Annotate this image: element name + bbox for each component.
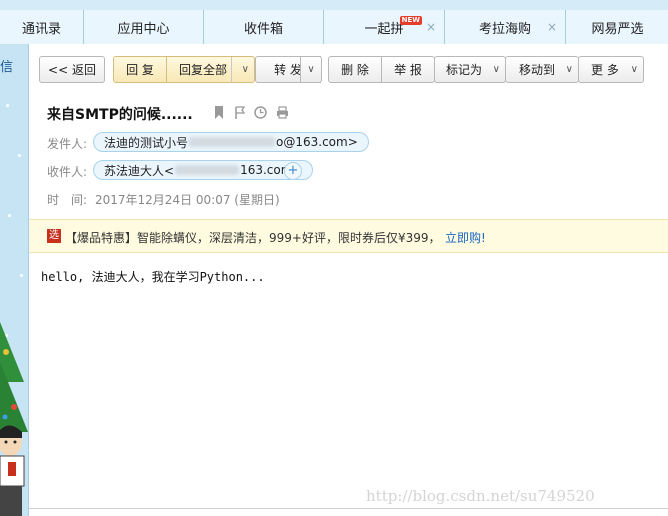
button-label: 移动到 [519, 63, 556, 77]
flag-icon[interactable] [234, 106, 246, 122]
tab-label: 网易严选 [591, 21, 644, 37]
watermark: http://blog.csdn.net/su749520 [366, 487, 595, 505]
sender-chip[interactable]: 法迪的测试小号 o@163.com> [93, 132, 369, 152]
mail-body-text: hello, 法迪大人，我在学习Python... [41, 270, 265, 284]
sender-email: o@163.com> [276, 135, 358, 149]
top-tab-bar: 通讯录 应用中心 收件箱 一起拼 NEW × 考拉海购 × 网易严选 [0, 0, 668, 44]
time-value: 2017年12月24日 00:07 (星期日) [95, 193, 280, 207]
reply-button[interactable]: 回 复 [113, 56, 167, 83]
forward-dropdown[interactable]: ∨ [300, 56, 322, 83]
tab-yiqipin[interactable]: 一起拼 NEW × [323, 10, 444, 44]
reply-all-button[interactable]: 回复全部 ∨ [166, 56, 255, 83]
mail-toolbar: << 返回 回 复 回复全部 ∨ 转 发 ∨ 删 除 举 报 标记为 ∨ 移动到… [29, 44, 668, 94]
chevron-down-icon[interactable]: ∨ [242, 64, 249, 75]
button-label: 回 复 [126, 63, 154, 77]
more-button[interactable]: 更 多 ∨ [578, 56, 644, 83]
tab-label: 收件箱 [243, 21, 283, 37]
chevron-down-icon: ∨ [630, 64, 638, 75]
new-badge: NEW [399, 16, 422, 25]
recipient-name: 苏法迪大人< [104, 163, 175, 178]
left-sidebar: 信 [0, 44, 29, 516]
divider [29, 508, 668, 509]
delete-button[interactable]: 删 除 [328, 56, 382, 83]
redacted-text [175, 165, 240, 175]
tab-label: 一起拼 [364, 21, 404, 37]
tab-label: 考拉海购 [478, 21, 531, 37]
button-label: 标记为 [446, 63, 483, 77]
ad-text: 【爆品特惠】智能除螨仪，深层清洁，999+好评，限时券后仅¥399， [65, 231, 441, 245]
close-icon[interactable]: × [547, 20, 557, 34]
button-label: 回复全部 [179, 63, 228, 77]
tab-label: 应用中心 [117, 21, 170, 37]
report-button[interactable]: 举 报 [381, 56, 435, 83]
close-icon[interactable]: × [426, 20, 436, 34]
tab-app-center[interactable]: 应用中心 [83, 10, 203, 44]
tab-contacts[interactable]: 通讯录 [0, 10, 83, 44]
tab-kaola[interactable]: 考拉海购 × [444, 10, 565, 44]
add-recipient-button[interactable]: + [284, 162, 302, 180]
button-label: 删 除 [341, 63, 369, 77]
buy-now-link[interactable]: 立即购! [445, 229, 486, 246]
back-button[interactable]: << 返回 [39, 56, 105, 83]
from-label: 发件人: [47, 137, 88, 151]
tab-inbox[interactable]: 收件箱 [203, 10, 323, 44]
button-divider [231, 57, 232, 82]
christmas-tree-illustration [0, 322, 28, 516]
button-label: 举 报 [394, 63, 422, 77]
bookmark-icon[interactable] [214, 106, 224, 122]
redacted-text [189, 137, 276, 147]
sender-name: 法迪的测试小号 [104, 135, 189, 150]
tab-yanxuan[interactable]: 网易严选 [565, 10, 668, 44]
to-label: 收件人: [47, 165, 88, 179]
chevron-down-icon: ∨ [307, 64, 315, 75]
clock-icon[interactable] [254, 106, 267, 122]
button-label: 更 多 [591, 63, 619, 77]
mail-subject: 来自SMTP的问候...... [47, 107, 193, 123]
snowflake-decoration [8, 214, 11, 217]
snowflake-decoration [18, 154, 21, 157]
recipient-chip[interactable]: 苏法迪大人< 163.com> [93, 160, 314, 180]
snowflake-decoration [20, 274, 23, 277]
chevron-down-icon: ∨ [492, 64, 500, 75]
chevron-down-icon: ∨ [565, 64, 573, 75]
mark-as-button[interactable]: 标记为 ∨ [434, 56, 506, 83]
tab-label: 通讯录 [21, 21, 61, 37]
time-label: 时 间: [47, 193, 88, 207]
button-label: 转 发 [274, 63, 302, 77]
snowflake-decoration [6, 104, 9, 107]
print-icon[interactable] [276, 106, 289, 122]
move-to-button[interactable]: 移动到 ∨ [505, 56, 579, 83]
sidebar-text[interactable]: 信 [0, 56, 13, 75]
yanxuan-logo-icon: 选 [47, 229, 61, 243]
ad-banner: 选 【爆品特惠】智能除螨仪，深层清洁，999+好评，限时券后仅¥399， 立即购… [29, 219, 668, 253]
button-label: << 返回 [48, 63, 96, 77]
